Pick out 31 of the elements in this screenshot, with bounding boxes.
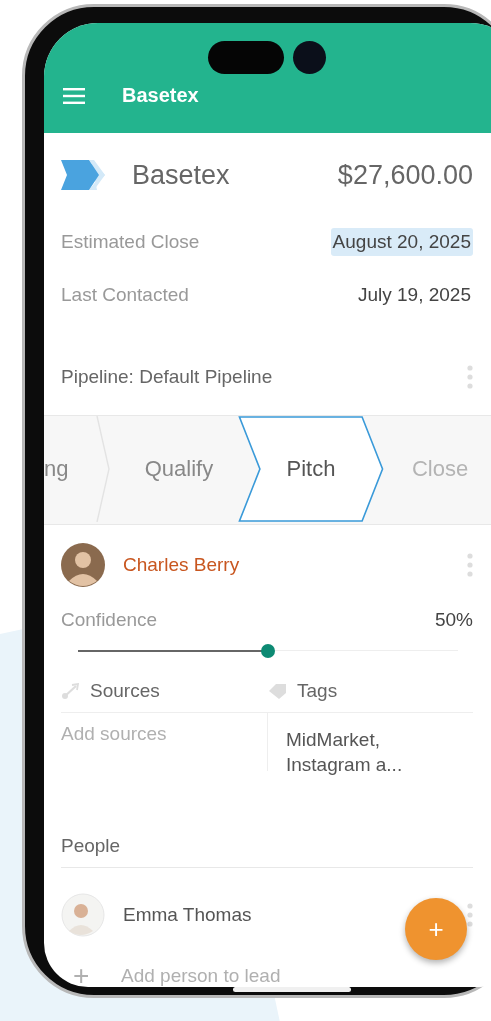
confidence-slider[interactable] [78, 644, 458, 658]
tags-label: Tags [297, 680, 338, 702]
add-button[interactable]: + [405, 898, 467, 960]
more-icon[interactable] [467, 365, 473, 389]
people-heading: People [61, 835, 473, 868]
avatar-icon [61, 543, 105, 587]
pipeline-stage[interactable]: Qualify [110, 416, 238, 522]
slider-thumb[interactable] [261, 644, 275, 658]
tag-icon [268, 683, 288, 699]
pipeline-label: Pipeline: Default Pipeline [61, 366, 273, 388]
sources-label: Sources [90, 680, 160, 702]
chevron-logo-icon [61, 160, 105, 190]
pipeline-stage[interactable]: Pitch [238, 416, 384, 522]
confidence-label: Confidence [61, 609, 158, 631]
field-value[interactable]: August 20, 2025 [330, 227, 473, 256]
tags-value[interactable]: MidMarket, Instagram a... [286, 727, 426, 777]
link-icon [61, 683, 81, 699]
field-value[interactable]: July 19, 2025 [355, 280, 473, 309]
lead-name: Basetex [132, 159, 231, 191]
app-title: Basetex [122, 84, 199, 107]
field-label: Last Contacted [61, 283, 189, 306]
menu-icon[interactable] [63, 88, 85, 104]
confidence-reading: 50% [434, 609, 473, 631]
lead-amount: $27,600.00 [337, 159, 473, 191]
more-icon[interactable] [467, 553, 473, 577]
owner-name[interactable]: Charles Berry [123, 554, 240, 576]
more-icon[interactable] [467, 903, 473, 927]
field-label: Estimated Close [61, 230, 200, 253]
avatar-icon [61, 893, 105, 937]
person-name[interactable]: Emma Thomas [123, 904, 252, 926]
pipeline-stage[interactable]: ng [44, 416, 110, 522]
